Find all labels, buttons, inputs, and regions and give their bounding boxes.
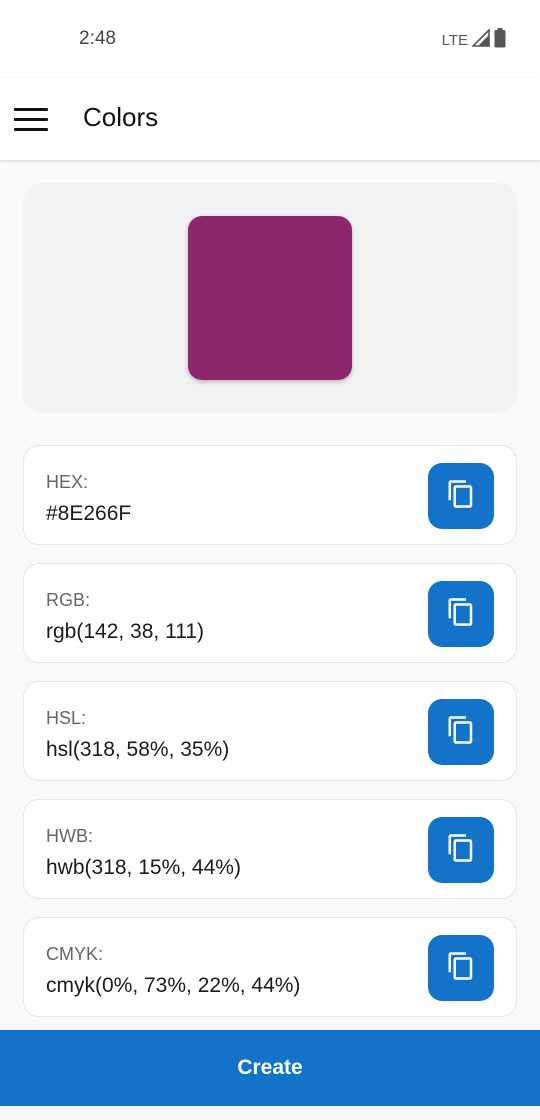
hwb-label: HWB:	[46, 826, 93, 846]
menu-icon[interactable]	[14, 100, 52, 138]
copy-icon	[446, 479, 476, 514]
cmyk-label: CMYK:	[46, 944, 104, 964]
copy-icon	[446, 833, 476, 868]
copy-icon	[446, 951, 476, 986]
content-area: HEX: #8E266F RGB: rgb(142, 38, 111) HSL:…	[0, 160, 540, 1030]
copy-hex-button[interactable]	[428, 463, 494, 529]
color-swatch	[188, 216, 352, 380]
hwb-card: HWB: hwb(318, 15%, 44%)	[23, 799, 517, 899]
status-bar: 2:48 LTE	[0, 0, 540, 78]
hex-value: #8E266F	[46, 502, 132, 525]
status-time: 2:48	[79, 28, 116, 49]
cmyk-value: cmyk(0%, 73%, 22%, 44%)	[46, 974, 301, 997]
copy-hwb-button[interactable]	[428, 817, 494, 883]
cmyk-card: CMYK: cmyk(0%, 73%, 22%, 44%)	[23, 917, 517, 1017]
battery-icon	[494, 28, 506, 52]
copy-rgb-button[interactable]	[428, 581, 494, 647]
hex-card: HEX: #8E266F	[23, 445, 517, 545]
hsl-card: HSL: hsl(318, 58%, 35%)	[23, 681, 517, 781]
hex-label: HEX:	[46, 472, 89, 492]
copy-cmyk-button[interactable]	[428, 935, 494, 1001]
create-button-label: Create	[237, 1056, 303, 1079]
color-preview-card	[23, 183, 518, 413]
copy-icon	[446, 597, 476, 632]
hwb-value: hwb(318, 15%, 44%)	[46, 856, 241, 879]
signal-icon	[471, 28, 490, 51]
copy-hsl-button[interactable]	[428, 699, 494, 765]
page-title: Colors	[83, 102, 159, 132]
navigation-bar-strip	[0, 1106, 540, 1120]
hsl-value: hsl(318, 58%, 35%)	[46, 738, 230, 761]
rgb-card: RGB: rgb(142, 38, 111)	[23, 563, 517, 663]
app-bar: Colors	[0, 78, 540, 160]
create-button[interactable]: Create	[0, 1030, 540, 1106]
hsl-label: HSL:	[46, 708, 87, 728]
copy-icon	[446, 715, 476, 750]
rgb-value: rgb(142, 38, 111)	[46, 620, 204, 643]
network-type: LTE	[441, 31, 468, 49]
status-icons: LTE	[442, 28, 506, 52]
rgb-label: RGB:	[46, 590, 91, 610]
